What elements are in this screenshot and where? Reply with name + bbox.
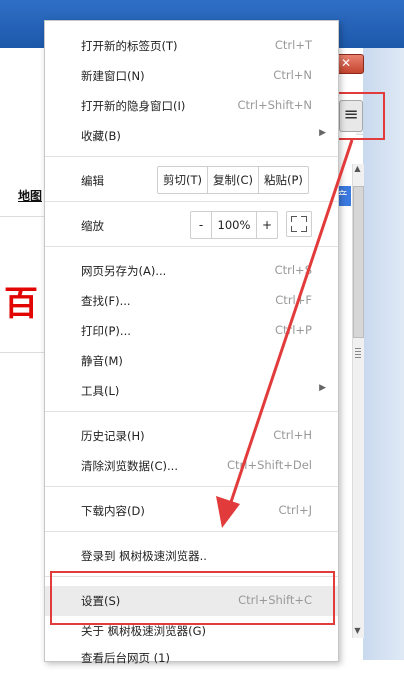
menu-item-print[interactable]: 打印(P)... Ctrl+P <box>45 316 338 346</box>
zoom-control: - 100% + <box>190 211 278 239</box>
page-logo: 百 <box>4 284 38 324</box>
menu-item-label: 编辑 <box>81 174 104 188</box>
menu-item-label: 新建窗口(N) <box>81 69 145 83</box>
menu-item-mute[interactable]: 静音(M) <box>45 346 338 376</box>
menu-item-label: 查找(F)... <box>81 294 131 308</box>
menu-divider <box>45 531 338 532</box>
scrollbar-grip[interactable] <box>355 348 361 358</box>
submenu-arrow-icon: ▶ <box>319 383 326 393</box>
menu-item-shortcut: Ctrl+Shift+Del <box>227 458 312 472</box>
scroll-up-icon[interactable]: ▲ <box>352 164 363 176</box>
fullscreen-icon <box>301 226 307 232</box>
paste-button[interactable]: 粘贴(P) <box>259 167 308 193</box>
menu-item-label: 关于 枫树极速浏览器(G) <box>81 624 207 638</box>
menu-divider <box>45 246 338 247</box>
menu-item-history[interactable]: 历史记录(H) Ctrl+H <box>45 421 338 451</box>
menu-item-clear-browsing-data[interactable]: 清除浏览数据(C)... Ctrl+Shift+Del <box>45 451 338 481</box>
menu-item-label: 登录到 枫树极速浏览器.. <box>81 549 207 563</box>
menu-item-new-window[interactable]: 新建窗口(N) Ctrl+N <box>45 61 338 91</box>
settings-annotation-box <box>50 571 335 625</box>
submenu-arrow-icon: ▶ <box>319 128 326 138</box>
menu-item-label: 网页另存为(A)... <box>81 264 167 278</box>
fullscreen-icon <box>301 216 307 222</box>
menu-item-background-pages[interactable]: 查看后台网页 (1) <box>45 643 338 673</box>
menu-item-shortcut: Ctrl+H <box>273 428 312 442</box>
menu-item-label: 缩放 <box>81 219 104 233</box>
menu-item-shortcut: Ctrl+T <box>274 38 312 52</box>
menu-divider <box>45 201 338 202</box>
menu-item-label: 打开新的隐身窗口(I) <box>81 99 186 113</box>
menu-item-label: 收藏(B) <box>81 129 121 143</box>
menu-item-label: 下载内容(D) <box>81 504 145 518</box>
menu-item-label: 打印(P)... <box>81 324 131 338</box>
menu-item-label: 打开新的标签页(T) <box>81 39 178 53</box>
fullscreen-icon <box>291 226 297 232</box>
menu-item-save-page[interactable]: 网页另存为(A)... Ctrl+S <box>45 256 338 286</box>
page-link-map[interactable]: 地图 <box>18 187 42 204</box>
menu-item-shortcut: Ctrl+S <box>274 263 312 277</box>
menu-item-incognito-window[interactable]: 打开新的隐身窗口(I) Ctrl+Shift+N <box>45 91 338 121</box>
fullscreen-button[interactable] <box>286 211 312 237</box>
menu-item-shortcut: Ctrl+Shift+N <box>237 98 312 112</box>
scrollbar-thumb[interactable] <box>353 186 364 338</box>
menu-item-label: 工具(L) <box>81 384 120 398</box>
menu-item-label: 静音(M) <box>81 354 123 368</box>
menu-divider <box>45 486 338 487</box>
menu-item-downloads[interactable]: 下载内容(D) Ctrl+J <box>45 496 338 526</box>
page-divider <box>0 352 44 353</box>
copy-button[interactable]: 复制(C) <box>208 167 260 193</box>
menu-item-shortcut: Ctrl+F <box>275 293 312 307</box>
menu-item-sign-in[interactable]: 登录到 枫树极速浏览器.. <box>45 541 338 571</box>
menu-item-label: 查看后台网页 (1) <box>81 651 170 665</box>
menu-divider <box>45 156 338 157</box>
menu-item-bookmarks[interactable]: 收藏(B) ▶ <box>45 121 338 151</box>
menu-item-label: 清除浏览数据(C)... <box>81 459 178 473</box>
page-divider <box>0 216 44 217</box>
zoom-level: 100% <box>211 212 257 238</box>
zoom-in-button[interactable]: + <box>257 212 277 238</box>
menu-item-tools[interactable]: 工具(L) ▶ <box>45 376 338 406</box>
fullscreen-icon <box>291 216 297 222</box>
menu-item-new-tab[interactable]: 打开新的标签页(T) Ctrl+T <box>45 31 338 61</box>
menu-item-shortcut: Ctrl+J <box>278 503 313 517</box>
menu-divider <box>45 411 338 412</box>
menu-item-shortcut: Ctrl+N <box>273 68 312 82</box>
menu-item-label: 历史记录(H) <box>81 429 145 443</box>
menu-item-find[interactable]: 查找(F)... Ctrl+F <box>45 286 338 316</box>
menu-item-shortcut: Ctrl+P <box>274 323 312 337</box>
browser-main-menu: 打开新的标签页(T) Ctrl+T 新建窗口(N) Ctrl+N 打开新的隐身窗… <box>44 20 339 665</box>
zoom-out-button[interactable]: - <box>191 212 211 238</box>
cut-button[interactable]: 剪切(T) <box>158 167 208 193</box>
scroll-down-icon[interactable]: ▼ <box>352 626 363 638</box>
edit-button-group: 剪切(T) 复制(C) 粘贴(P) <box>157 166 309 194</box>
